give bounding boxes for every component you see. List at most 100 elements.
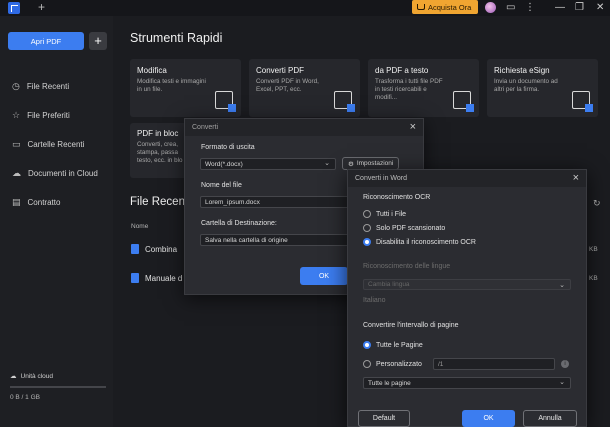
cloud-size-text: 0 B / 1 GB — [10, 394, 40, 401]
sidebar-item-favorites[interactable]: ☆ File Preferiti — [12, 110, 70, 121]
tool-card-convert[interactable]: Converti PDF Converti PDF in Word, Excel… — [249, 59, 360, 117]
sidebar-item-label: File Preferiti — [27, 111, 70, 120]
file-size: KB — [589, 246, 598, 253]
radio-indicator-selected — [363, 238, 371, 246]
page-subset-value: Tutte le pagine — [368, 380, 411, 387]
dialog-title: Converti in Word — [355, 175, 408, 182]
tool-card-esign[interactable]: Richiesta eSign Invia un documento ad al… — [487, 59, 598, 117]
radio-indicator-selected — [363, 341, 371, 349]
cloud-usage-bar — [10, 386, 106, 388]
card-title: PDF in bloc — [137, 129, 179, 138]
settings-label: Impostazioni — [356, 160, 394, 167]
radio-label: Tutti i File — [376, 210, 407, 218]
file-name: Manuale d — [145, 273, 183, 283]
destination-select[interactable]: Salva nella cartella di origine — [200, 234, 350, 246]
avatar[interactable] — [485, 2, 496, 13]
cart-icon — [417, 4, 425, 10]
radio-disable-ocr[interactable]: Disabilita il riconoscimento OCR — [363, 238, 476, 246]
chevron-down-icon: ⌄ — [559, 282, 565, 289]
radio-label: Disabilita il riconoscimento OCR — [376, 238, 476, 246]
ok-button[interactable]: OK — [462, 410, 515, 427]
radio-scanned-only[interactable]: Solo PDF scansionato — [363, 224, 445, 232]
radio-label: Personalizzato — [376, 360, 422, 368]
card-desc: Invia un documento ad altri per la firma… — [494, 78, 558, 93]
menu-dots-icon[interactable]: ⋮ — [525, 1, 535, 15]
dialog-header: Converti in Word × — [348, 170, 586, 187]
pdf-file-icon — [131, 244, 139, 254]
feedback-icon[interactable]: ▭ — [506, 1, 515, 15]
close-window-icon[interactable]: ✕ — [596, 1, 604, 15]
tool-card-batch[interactable]: PDF in bloc Converti, crea, stampa, pass… — [130, 123, 190, 178]
app-logo-icon — [8, 2, 20, 14]
cloud-storage-text: Unità cloud — [20, 372, 54, 380]
gear-icon: ⚙ — [348, 160, 354, 168]
output-format-value: Word(*.docx) — [205, 161, 243, 168]
radio-indicator — [363, 224, 371, 232]
sidebar-item-contract[interactable]: ▤ Contratto — [12, 197, 60, 208]
card-title: Richiesta eSign — [494, 66, 550, 75]
custom-range-field[interactable]: /1 — [433, 358, 555, 370]
esign-icon — [572, 91, 593, 112]
sidebar: Apri PDF + ◷ File Recenti ☆ File Preferi… — [0, 16, 113, 427]
column-header-name: Nome — [131, 223, 149, 230]
open-pdf-button[interactable]: Apri PDF — [8, 32, 84, 50]
ocr-heading: Riconoscimento OCR — [363, 194, 431, 201]
add-button[interactable]: + — [89, 32, 107, 50]
language-heading: Riconoscimento delle lingue — [363, 263, 451, 270]
cloud-icon: ☁ — [12, 168, 21, 178]
page-subset-select[interactable]: Tutte le pagine ⌄ — [363, 377, 571, 389]
convert-icon — [334, 91, 355, 112]
cancel-button[interactable]: Annulla — [523, 410, 577, 427]
language-select-label: Cambia lingua — [368, 281, 410, 288]
close-icon[interactable]: × — [573, 172, 579, 184]
info-icon[interactable]: i — [561, 360, 569, 368]
minimize-icon[interactable]: — — [555, 1, 565, 15]
buy-now-label: Acquista Ora — [428, 2, 472, 12]
card-desc: Modifica testi e immagini in un file. — [137, 78, 206, 93]
edit-icon — [215, 91, 236, 112]
output-format-label: Formato di uscita — [201, 144, 255, 151]
chevron-down-icon: ⌄ — [324, 160, 330, 167]
destination-label: Cartella di Destinazione: — [201, 220, 277, 227]
file-size: KB — [589, 275, 598, 282]
table-row[interactable]: Manuale d — [131, 273, 182, 283]
buy-now-button[interactable]: Acquista Ora — [412, 0, 478, 14]
tool-card-ocr[interactable]: da PDF a testo Trasforma i tutti file PD… — [368, 59, 479, 117]
radio-indicator — [363, 210, 371, 218]
dialog-title: Converti — [192, 124, 219, 131]
radio-label: Tutte le Pagine — [376, 341, 423, 349]
filename-label: Nome del file — [201, 182, 242, 189]
refresh-icon[interactable]: ↻ — [593, 198, 601, 209]
clock-icon: ◷ — [12, 81, 20, 91]
card-title: Converti PDF — [256, 66, 305, 75]
sidebar-item-recent-files[interactable]: ◷ File Recenti — [12, 81, 69, 92]
sidebar-item-label: Cartelle Recenti — [27, 140, 85, 149]
radio-indicator — [363, 360, 371, 368]
sidebar-item-label: Documenti in Cloud — [28, 169, 98, 178]
language-select: Cambia lingua ⌄ — [363, 279, 571, 290]
ok-button[interactable]: OK — [300, 267, 348, 285]
tool-card-edit[interactable]: Modifica Modifica testi e immagini in un… — [130, 59, 241, 117]
contract-icon: ▤ — [12, 197, 21, 207]
card-title: Modifica — [137, 66, 167, 75]
sidebar-item-recent-folders[interactable]: ▭ Cartelle Recenti — [12, 139, 84, 150]
default-button[interactable]: Default — [358, 410, 410, 427]
page-title: Strumenti Rapidi — [130, 31, 223, 45]
sidebar-item-label: Contratto — [27, 198, 61, 207]
cloud-icon: ☁ — [10, 373, 17, 380]
new-tab-button[interactable]: + — [38, 0, 45, 15]
ocr-icon — [453, 91, 474, 112]
maximize-icon[interactable]: ❐ — [575, 1, 584, 15]
output-format-select[interactable]: Word(*.docx) ⌄ — [200, 158, 336, 170]
recent-files-heading: File Recen — [130, 196, 185, 208]
radio-all-pages[interactable]: Tutte le Pagine — [363, 341, 423, 349]
radio-custom-range[interactable]: Personalizzato — [363, 360, 422, 368]
filename-field[interactable]: Lorem_ipsum.docx — [200, 196, 350, 208]
star-icon: ☆ — [12, 110, 21, 120]
table-row[interactable]: Combina — [131, 244, 177, 254]
sidebar-item-cloud-docs[interactable]: ☁ Documenti in Cloud — [12, 168, 98, 179]
radio-all-files[interactable]: Tutti i File — [363, 210, 406, 218]
close-icon[interactable]: × — [410, 121, 416, 133]
chevron-down-icon: ⌄ — [559, 379, 565, 386]
card-desc-line: Converti, crea, — [137, 141, 178, 148]
